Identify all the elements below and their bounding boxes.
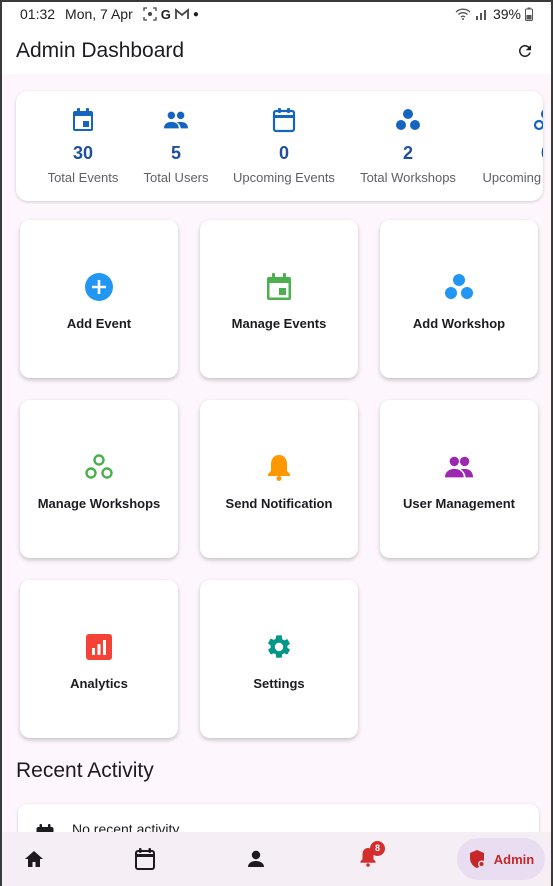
stat-total-events: 30 Total Events [30,91,136,201]
stat-value: 5 [170,143,181,163]
page-title: Admin Dashboard [16,39,185,62]
stat-label: Upcoming Events [233,170,335,185]
stat-label: Total Workshops [360,170,456,185]
add-circle-icon [84,272,114,302]
stat-total-workshops: 2 Total Workshops [338,91,478,201]
analytics-button[interactable]: Analytics [20,580,178,738]
stat-total-users: 5 Total Users [126,91,226,201]
notification-badge: 8 [370,840,385,856]
bell-icon [264,452,294,482]
stat-value: 30 [72,143,94,163]
workspaces-icon [444,272,474,302]
tile-label: User Management [403,495,515,511]
manage-events-button[interactable]: Manage Events [200,220,358,378]
stats-row: 30 Total Events 5 Total Users 0 Upcoming… [16,91,543,201]
analytics-icon [84,632,114,662]
tile-label: Add Workshop [412,315,506,331]
stat-value: 0 [541,143,543,164]
nav-home[interactable] [4,832,64,886]
calendar-outline-icon [271,107,297,133]
refresh-icon [518,44,531,57]
status-date: Mon, 7 Apr [65,6,133,22]
people-icon [444,452,474,482]
workspaces-outline-icon [533,107,543,133]
add-workshop-button[interactable]: Add Workshop [380,220,538,378]
workspaces-icon [395,107,421,133]
status-time: 01:32 [20,6,56,22]
person-icon [248,850,264,867]
nav-calendar[interactable] [115,832,175,886]
gmail-icon [174,8,189,19]
tile-label: Add Event [66,315,132,331]
battery-level: 39% [492,6,521,22]
bottom-nav: 8 Admin [0,832,553,886]
tile-label: Manage Workshops [37,495,161,511]
tile-label: Send Notification [225,495,333,511]
settings-button[interactable]: Settings [200,580,358,738]
gear-icon [264,632,294,662]
stat-label: Total Users [143,170,209,185]
recent-activity-title: Recent Activity [16,759,154,782]
refresh-button[interactable] [513,39,537,63]
user-management-button[interactable]: User Management [380,400,538,558]
add-event-button[interactable]: Add Event [20,220,178,378]
dot-icon: ● [192,8,199,20]
battery-icon [525,7,533,21]
home-icon [25,851,43,867]
app-bar: Admin Dashboard [0,28,553,74]
calendar-icon [135,848,155,870]
admin-shield-icon [469,850,485,868]
stats-card[interactable]: 30 Total Events 5 Total Users 0 Upcoming… [16,91,543,201]
signal-icon [475,10,486,20]
screenshot-icon [143,7,157,21]
admin-label: Admin [493,851,535,867]
stat-value: 2 [402,143,413,163]
tile-label: Manage Events [231,315,327,331]
notification-bell: 8 [359,840,385,872]
send-notification-button[interactable]: Send Notification [200,400,358,558]
nav-profile[interactable] [226,832,286,886]
manage-workshops-button[interactable]: Manage Workshops [20,400,178,558]
workspaces-outline-icon [84,452,114,482]
nav-notifications[interactable]: 8 [338,832,398,886]
nav-admin[interactable]: Admin [457,838,545,880]
stat-upcoming-workshops: 0 Upcoming Workshops [476,91,543,201]
stat-label: Total Events [47,170,119,185]
stat-upcoming-events: 0 Upcoming Events [214,91,354,201]
google-icon: G [160,6,171,22]
tile-label: Analytics [70,675,128,691]
wifi-icon [455,8,471,20]
calendar-icon [70,107,96,133]
status-bar: 01:32 Mon, 7 Apr G ● 39% [0,0,553,28]
notification-icons: G ● [143,7,199,22]
event-icon [264,272,294,302]
tile-label: Settings [253,675,305,691]
stat-label: Upcoming Workshops [482,170,543,185]
stat-value: 0 [278,143,289,163]
users-icon [163,107,189,133]
